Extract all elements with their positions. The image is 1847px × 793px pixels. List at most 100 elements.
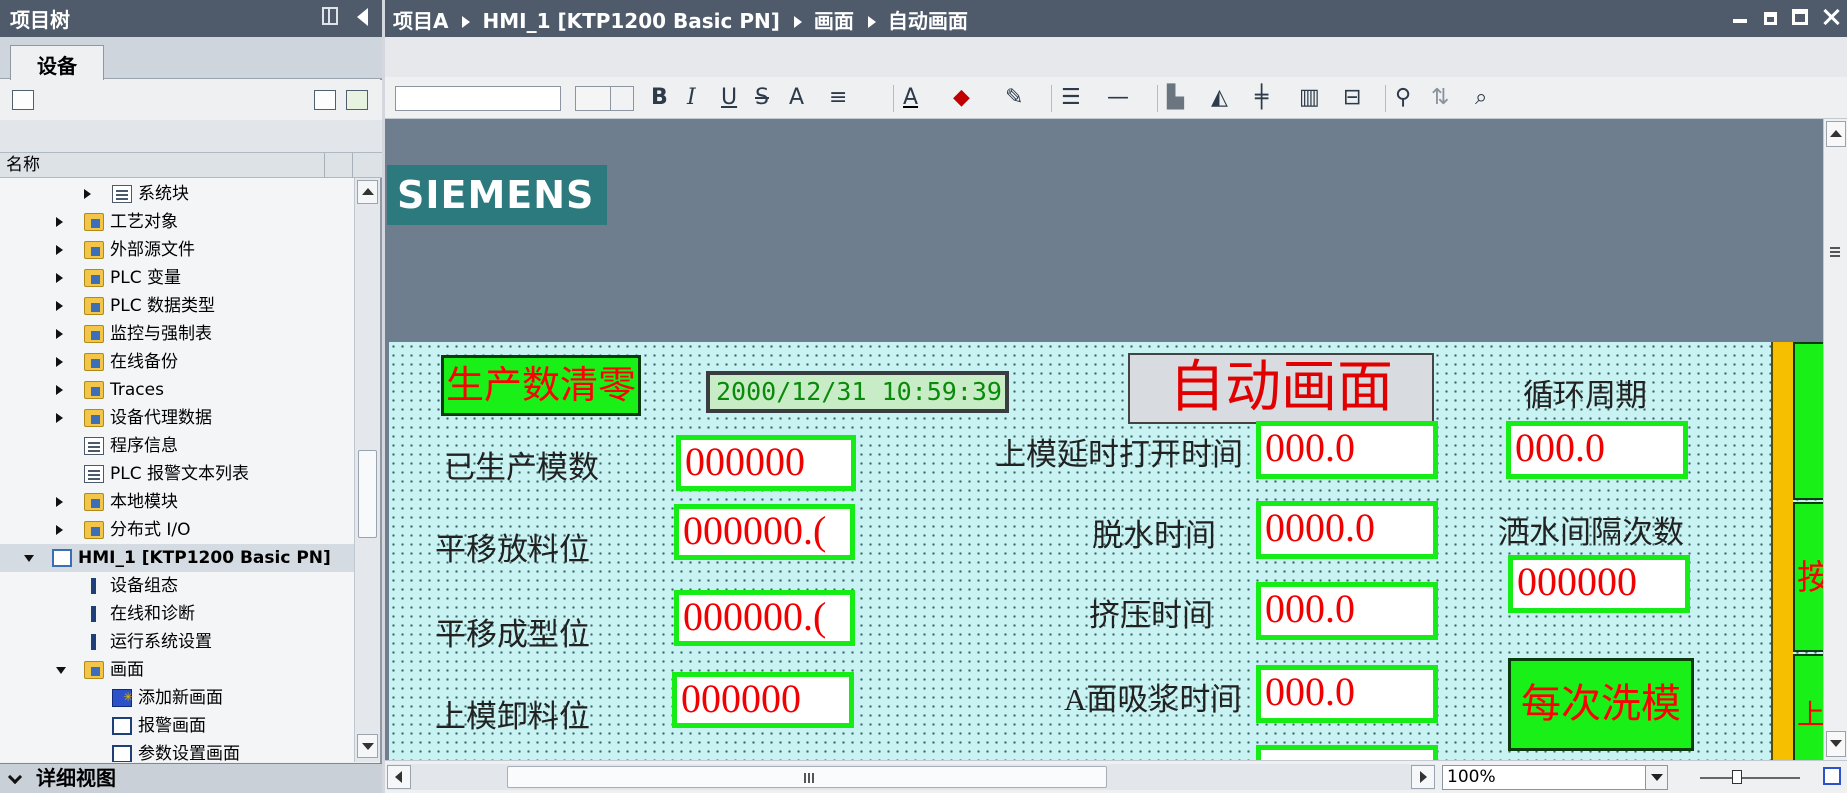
tree-item[interactable]: 添加新画面 bbox=[0, 683, 354, 712]
align-icon[interactable]: ≡ bbox=[829, 84, 847, 112]
side-button-top[interactable] bbox=[1793, 342, 1823, 500]
collapsed-arrow-icon[interactable] bbox=[56, 413, 63, 423]
tree-item[interactable]: 在线备份 bbox=[0, 348, 354, 376]
bold-button[interactable]: B bbox=[651, 84, 668, 112]
canvas-scrollbar[interactable] bbox=[1823, 119, 1847, 760]
tree-item[interactable]: 系统块 bbox=[0, 180, 354, 208]
pin-icon[interactable] bbox=[322, 7, 338, 25]
squeeze-time-field[interactable]: 000.0 bbox=[1256, 582, 1438, 640]
strikethrough-button[interactable]: S bbox=[755, 84, 769, 112]
tree-item[interactable]: 工艺对象 bbox=[0, 208, 354, 236]
tree-item[interactable]: PLC 数据类型 bbox=[0, 292, 354, 320]
cycle-value-field[interactable]: 000.0 bbox=[1506, 421, 1688, 479]
scroll-left-icon[interactable] bbox=[387, 765, 411, 789]
line-width-icon[interactable]: ☰ bbox=[1061, 84, 1081, 112]
tree-item[interactable]: PLC 报警文本列表 bbox=[0, 460, 354, 488]
expanded-arrow-icon[interactable] bbox=[24, 555, 34, 562]
scroll-down-icon[interactable] bbox=[1826, 731, 1846, 757]
tree-item[interactable]: 监控与强制表 bbox=[0, 320, 354, 348]
tree-item[interactable]: 参数设置画面 bbox=[0, 740, 354, 762]
scroll-down-icon[interactable] bbox=[357, 734, 378, 758]
distribute-icon[interactable]: ▥ bbox=[1299, 84, 1320, 112]
line-style-icon[interactable]: — bbox=[1107, 84, 1129, 112]
zoom-select[interactable]: 100% bbox=[1442, 765, 1668, 790]
align-center-icon[interactable]: ╪ bbox=[1255, 84, 1268, 112]
superscript-button[interactable]: A bbox=[789, 84, 804, 112]
font-color-icon[interactable]: A bbox=[903, 84, 918, 112]
breadcrumb-device[interactable]: HMI_1 [KTP1200 Basic PN] bbox=[482, 9, 779, 33]
fill-color-icon[interactable]: ◆ bbox=[953, 84, 970, 112]
font-size-field[interactable] bbox=[575, 86, 611, 111]
scroll-grip-icon[interactable] bbox=[1830, 247, 1840, 249]
tree-item[interactable]: 外部源文件 bbox=[0, 236, 354, 264]
collapsed-arrow-icon[interactable] bbox=[56, 357, 63, 367]
breadcrumb-project[interactable]: 项目A bbox=[393, 5, 448, 34]
tree-scrollbar[interactable] bbox=[354, 178, 380, 762]
tree-item[interactable]: 报警画面 bbox=[0, 712, 354, 740]
scroll-thumb[interactable] bbox=[358, 450, 377, 538]
produced-count-field[interactable]: 000000 bbox=[676, 435, 856, 491]
rotate-icon[interactable]: ◭ bbox=[1211, 84, 1228, 112]
same-size-icon[interactable]: ⊟ bbox=[1343, 84, 1361, 112]
collapsed-arrow-icon[interactable] bbox=[56, 385, 63, 395]
line-color-icon[interactable]: ✎ bbox=[1005, 84, 1023, 112]
wash-mold-button[interactable]: 每次洗模 bbox=[1508, 658, 1694, 751]
tree-item[interactable]: 分布式 I/O bbox=[0, 516, 354, 544]
tree-item[interactable]: 画面 bbox=[0, 656, 354, 684]
zoom-area-icon[interactable]: ⌕ bbox=[1475, 84, 1487, 112]
screen-canvas[interactable]: SIEMENS 生产数清零 2000/12/31 10:59:39 自动画面 循… bbox=[385, 119, 1823, 760]
network-view-icon[interactable] bbox=[12, 90, 34, 110]
snap-icon[interactable]: ⇅ bbox=[1431, 84, 1449, 112]
maximize-icon[interactable] bbox=[1792, 9, 1809, 25]
zoom-slider-knob[interactable] bbox=[1732, 770, 1742, 784]
dewater-time-field[interactable]: 0000.0 bbox=[1256, 501, 1438, 559]
scroll-up-icon[interactable] bbox=[357, 180, 378, 204]
arrange-icon[interactable]: ▙ bbox=[1167, 84, 1184, 112]
side-button-mid[interactable]: 按 bbox=[1793, 502, 1823, 652]
font-name-field[interactable] bbox=[395, 86, 561, 111]
collapsed-arrow-icon[interactable] bbox=[56, 497, 63, 507]
scroll-right-icon[interactable] bbox=[1411, 765, 1435, 789]
shift-forming-field[interactable]: 000000.( bbox=[674, 590, 855, 646]
hscroll-thumb[interactable] bbox=[507, 766, 1107, 788]
tree-item[interactable]: 本地模块 bbox=[0, 488, 354, 516]
collapsed-arrow-icon[interactable] bbox=[84, 189, 91, 199]
breadcrumb-screens[interactable]: 画面 bbox=[814, 5, 854, 34]
canvas-hscrollbar[interactable] bbox=[387, 764, 1435, 790]
spray-interval-field[interactable]: 000000 bbox=[1508, 555, 1690, 613]
tree-item[interactable]: HMI_1 [KTP1200 Basic PN] bbox=[0, 544, 354, 572]
tree-item[interactable]: 运行系统设置 bbox=[0, 628, 354, 656]
chevron-down-icon[interactable] bbox=[1645, 766, 1667, 789]
format-painter-icon[interactable]: ⚲ bbox=[1395, 84, 1411, 112]
tree-item[interactable]: Traces bbox=[0, 376, 354, 404]
tree-item[interactable]: 设备代理数据 bbox=[0, 404, 354, 432]
a-suction-time-field[interactable]: 000.0 bbox=[1256, 665, 1438, 723]
tree-item[interactable]: 设备组态 bbox=[0, 572, 354, 600]
next-time-field[interactable] bbox=[1256, 745, 1438, 760]
expanded-arrow-icon[interactable] bbox=[56, 667, 66, 674]
tree-item[interactable]: 在线和诊断 bbox=[0, 600, 354, 628]
upper-open-delay-field[interactable]: 000.0 bbox=[1256, 421, 1438, 479]
tree-item[interactable]: 程序信息 bbox=[0, 432, 354, 460]
shift-discharge-field[interactable]: 000000.( bbox=[674, 504, 855, 560]
font-size-dropdown-icon[interactable] bbox=[610, 86, 634, 111]
collapsed-arrow-icon[interactable] bbox=[56, 329, 63, 339]
tab-devices[interactable]: 设备 bbox=[10, 45, 104, 80]
scroll-up-icon[interactable] bbox=[1826, 121, 1846, 147]
tree-item[interactable]: PLC 变量 bbox=[0, 264, 354, 292]
side-button-bottom[interactable]: 上 bbox=[1793, 654, 1823, 760]
collapsed-arrow-icon[interactable] bbox=[56, 525, 63, 535]
minimize-icon[interactable] bbox=[1733, 9, 1749, 25]
restore-icon[interactable] bbox=[1764, 12, 1778, 25]
collapse-left-icon[interactable] bbox=[357, 8, 368, 26]
collapsed-arrow-icon[interactable] bbox=[56, 301, 63, 311]
chevron-down-icon[interactable] bbox=[7, 769, 23, 785]
italic-button[interactable]: I bbox=[687, 84, 696, 112]
reset-production-button[interactable]: 生产数清零 bbox=[441, 355, 641, 416]
underline-button[interactable]: U bbox=[721, 84, 737, 112]
zoom-slider[interactable] bbox=[1700, 770, 1800, 784]
upper-unload-field[interactable]: 000000 bbox=[672, 672, 854, 728]
collapsed-arrow-icon[interactable] bbox=[56, 273, 63, 283]
export-icon[interactable] bbox=[346, 90, 368, 110]
detail-view-bar[interactable]: 详细视图 bbox=[0, 763, 382, 793]
